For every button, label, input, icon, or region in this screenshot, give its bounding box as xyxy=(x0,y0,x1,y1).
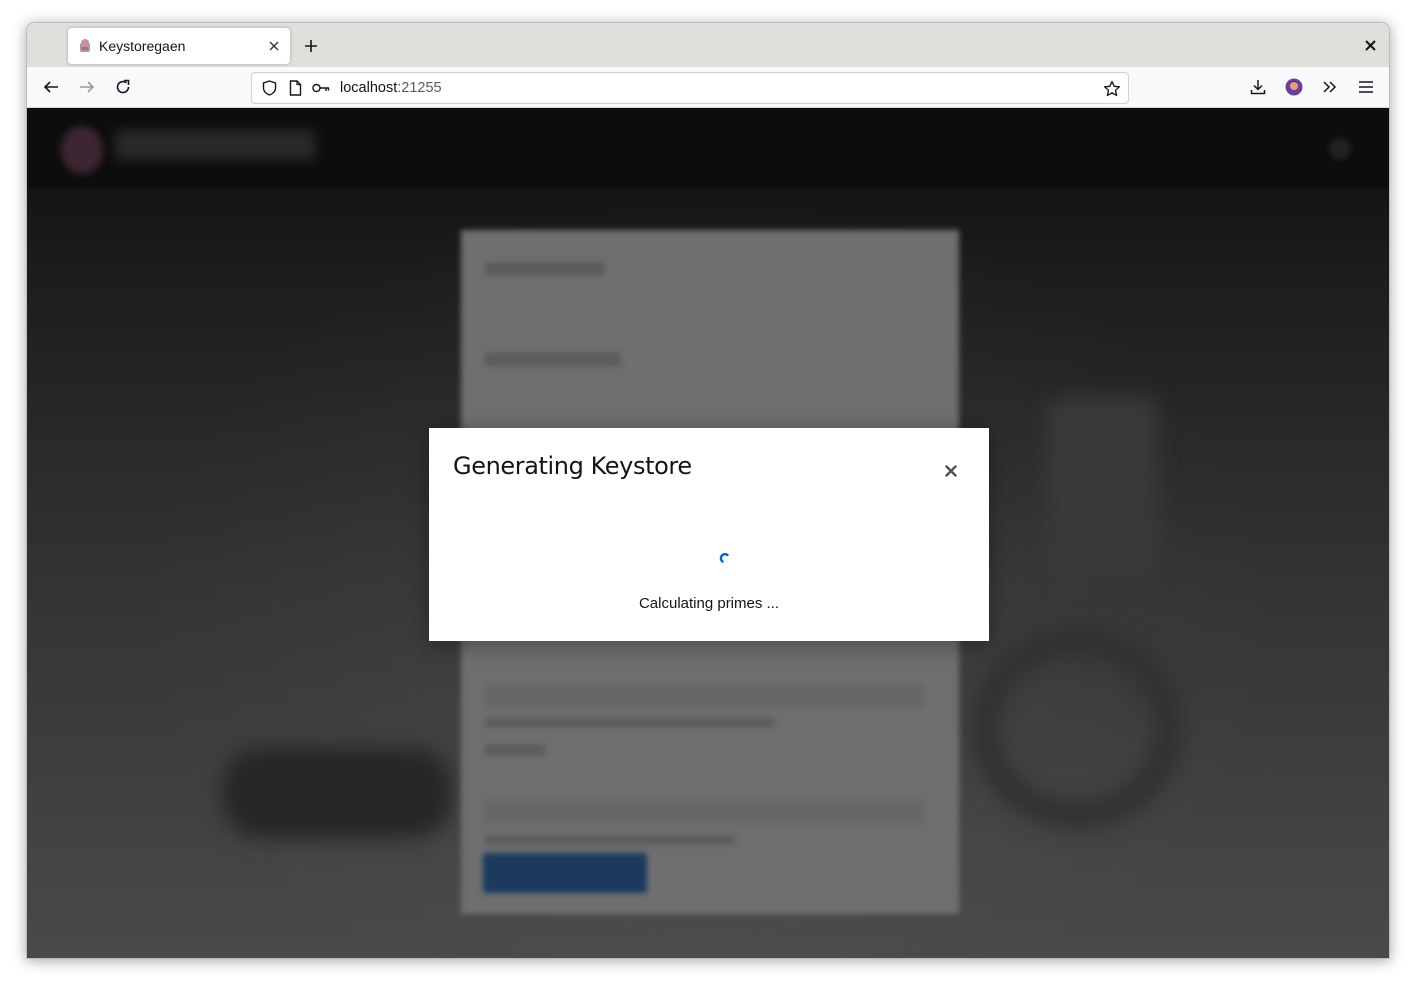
app-name-backdrop xyxy=(115,130,315,160)
tab-strip: Keystoregaen xyxy=(27,23,1389,67)
form-label-backdrop xyxy=(485,262,605,276)
browser-tab[interactable]: Keystoregaen xyxy=(68,28,290,64)
forward-icon xyxy=(80,81,95,93)
close-icon xyxy=(945,465,957,477)
account-avatar[interactable] xyxy=(1284,77,1304,97)
forward-button[interactable] xyxy=(77,77,97,97)
page-viewport: Generating Keystore Calculating primes .… xyxy=(27,108,1389,958)
form-submit-backdrop xyxy=(483,853,647,893)
back-icon xyxy=(43,81,58,93)
backdrop-shape-phone xyxy=(1047,398,1157,578)
new-tab-button[interactable] xyxy=(301,36,321,56)
downloads-button[interactable] xyxy=(1248,77,1268,97)
shield-icon[interactable] xyxy=(260,79,278,97)
download-icon xyxy=(1250,80,1266,95)
bookmark-star-icon[interactable] xyxy=(1102,79,1122,99)
form-select-backdrop xyxy=(485,800,925,824)
reload-button[interactable] xyxy=(113,77,133,97)
nav-toolbar: localhost:21255 xyxy=(27,67,1389,108)
form-select-backdrop xyxy=(485,684,925,708)
form-helper-backdrop xyxy=(485,835,735,845)
header-menu-backdrop xyxy=(1329,138,1351,160)
reload-icon xyxy=(116,79,130,94)
tab-favicon-icon xyxy=(80,39,90,52)
window-close-button[interactable] xyxy=(1361,36,1379,54)
url-bar[interactable]: localhost:21255 xyxy=(251,72,1129,104)
form-label-backdrop xyxy=(485,744,545,756)
menu-icon xyxy=(1359,81,1373,93)
app-logo-backdrop xyxy=(61,126,103,174)
overflow-button[interactable] xyxy=(1320,77,1340,97)
tab-close-icon[interactable] xyxy=(264,36,284,56)
form-label-backdrop xyxy=(485,352,621,366)
form-helper-backdrop xyxy=(485,718,775,728)
generating-modal: Generating Keystore Calculating primes .… xyxy=(429,428,989,641)
url-host: localhost xyxy=(340,80,398,96)
url-text: localhost:21255 xyxy=(340,80,442,96)
avatar-icon xyxy=(1285,78,1303,96)
modal-close-button[interactable] xyxy=(939,459,963,483)
tab-title: Keystoregaen xyxy=(99,38,186,54)
app-menu-button[interactable] xyxy=(1356,77,1376,97)
modal-status-message: Calculating primes ... xyxy=(638,595,780,612)
browser-window: Keystoregaen localhost:21255 Generating … xyxy=(26,22,1390,959)
url-port: :21255 xyxy=(397,80,442,96)
back-button[interactable] xyxy=(41,77,61,97)
loading-spinner-icon xyxy=(719,552,729,563)
plus-icon xyxy=(305,40,317,52)
overflow-icon xyxy=(1323,81,1337,93)
key-icon[interactable] xyxy=(312,79,330,97)
close-icon xyxy=(1364,39,1376,51)
backdrop-shape-headphones xyxy=(972,628,1182,828)
modal-title: Generating Keystore xyxy=(453,452,692,480)
backdrop-shape-glasses xyxy=(222,748,452,838)
page-icon[interactable] xyxy=(286,79,304,97)
